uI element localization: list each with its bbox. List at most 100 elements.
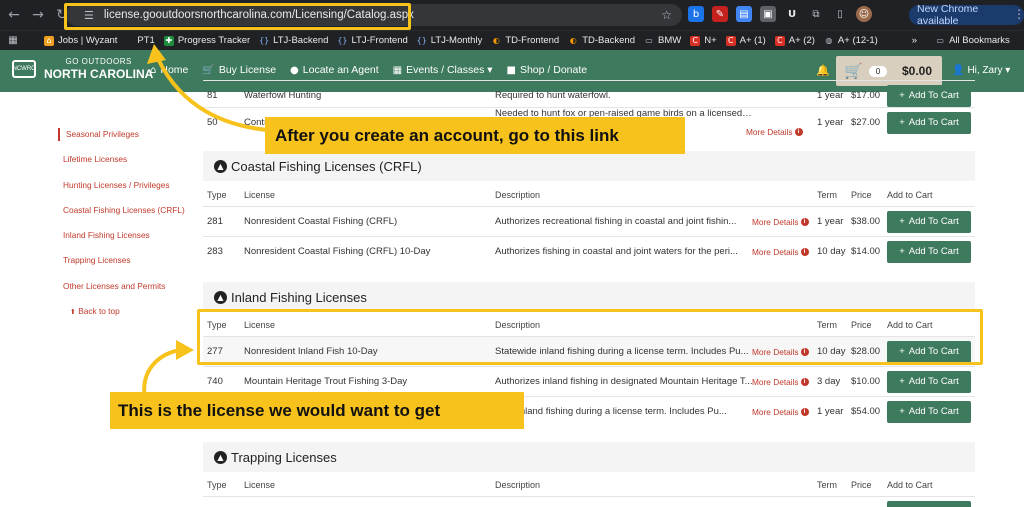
col-add-to-cart: Add to Cart [887, 190, 933, 200]
license-price: $14.00 [851, 246, 881, 257]
nav-shop-donate[interactable]: ■ Shop / Donate [507, 64, 588, 76]
col-description: Description [495, 480, 541, 490]
sidebar-item-inland[interactable]: Inland Fishing Licenses [56, 229, 196, 242]
user-greeting: Hi, Zary ▾ [967, 65, 1011, 76]
plus-icon: + [899, 376, 905, 387]
braces-icon: {} [416, 36, 427, 45]
house-icon: ⌂ [44, 35, 54, 46]
bookmark-item[interactable]: ◐ TD-Frontend [491, 35, 559, 46]
add-to-cart-button[interactable]: + Add To Cart [887, 210, 971, 233]
nav-buy-license[interactable]: 🛒 Buy License [202, 64, 276, 76]
bookmark-item[interactable]: ▭ BMW [644, 35, 681, 46]
nav-locate-agent[interactable]: ● Locate an Agent [290, 64, 379, 76]
sidebar-item-trapping[interactable]: Trapping Licenses [56, 254, 196, 267]
extension-icon[interactable]: ▤ [736, 6, 752, 22]
site-logo[interactable]: NCWRC GO OUTDOORS NORTH CAROLINA [12, 58, 153, 80]
table-row: 283 Nonresident Coastal Fishing (CRFL) 1… [203, 236, 975, 266]
bookmark-star-icon[interactable]: ☆ [661, 8, 672, 22]
cart-count-badge: 0 [868, 65, 888, 77]
info-icon: i [794, 128, 803, 136]
info-icon: i [800, 217, 809, 226]
nav-home[interactable]: ⌂ Home [150, 64, 188, 76]
add-to-cart-button[interactable]: + Add To Cart [887, 111, 971, 134]
bookmark-item[interactable]: ⌂ Jobs | Wyzant [44, 35, 117, 46]
section-header-trapping[interactable]: ▲ Trapping Licenses [203, 442, 975, 472]
license-type: 283 [207, 246, 223, 257]
license-term: 1 year [817, 406, 844, 417]
col-type: Type [207, 480, 227, 490]
extension-icon[interactable]: U [784, 6, 800, 22]
pin-icon: ● [290, 64, 299, 76]
add-to-cart-button[interactable]: + Add To Cart [887, 84, 971, 107]
section-title: Inland Fishing Licenses [231, 289, 367, 305]
profile-avatar[interactable]: ☺ [856, 6, 872, 22]
braces-icon: {} [337, 36, 348, 45]
puzzle-icon[interactable]: ⧉ [808, 6, 824, 22]
user-menu[interactable]: 👤 Hi, Zary ▾ [952, 65, 1010, 76]
menu-icon[interactable]: ⋮ [1013, 7, 1024, 21]
plus-icon: + [899, 406, 905, 417]
license-description: wide Inland fishing during a license ter… [495, 406, 727, 417]
c-badge-icon: C [690, 35, 701, 46]
shopping-cart-icon: 🛒 [844, 62, 863, 80]
more-details-link[interactable]: More Details i [752, 247, 809, 257]
back-to-top-link[interactable]: ⬆ Back to top [56, 305, 196, 318]
extension-icon[interactable]: b [688, 6, 704, 22]
cart-total: $0.00 [901, 64, 932, 78]
update-chrome-button[interactable]: New Chrome available [909, 3, 1024, 27]
bookmark-item[interactable]: PT1 [137, 35, 154, 46]
bookmark-item[interactable]: ◐ TD-Backend [568, 35, 635, 46]
col-price: Price [851, 190, 872, 200]
add-to-cart-button[interactable] [887, 501, 971, 507]
add-to-cart-button[interactable]: + Add To Cart [887, 400, 971, 423]
sidebar-item-seasonal[interactable]: Seasonal Privileges [58, 128, 196, 142]
nav-events-classes[interactable]: ▦ Events / Classes ▾ [393, 64, 493, 76]
section-header-coastal[interactable]: ▲ Coastal Fishing Licenses (CRFL) [203, 151, 975, 181]
add-to-cart-button[interactable]: + Add To Cart [887, 370, 971, 393]
license-type: 81 [207, 90, 218, 101]
c-logo-icon: ◐ [569, 36, 577, 45]
more-details-link[interactable]: More Details i [752, 377, 809, 387]
forward-arrow-icon[interactable]: → [26, 7, 50, 23]
section-header-inland[interactable]: ▲ Inland Fishing Licenses [203, 282, 975, 312]
bookmark-item[interactable]: C A+ (2) [774, 35, 815, 46]
apps-icon[interactable]: ▦ [8, 35, 18, 46]
more-details-link[interactable]: More Details i [752, 217, 809, 227]
license-description: Authorizes inland fishing in designated … [495, 376, 753, 387]
all-bookmarks-button[interactable]: ▭ All Bookmarks [935, 35, 1010, 46]
more-details-link[interactable]: More Details i [746, 127, 803, 137]
sidebar-item-coastal[interactable]: Coastal Fishing Licenses (CRFL) [56, 204, 196, 217]
sheets-icon: ✚ [163, 35, 174, 46]
bookmark-item[interactable]: ✚ Progress Tracker [163, 35, 250, 46]
license-type: 50 [207, 117, 218, 128]
license-price: $38.00 [851, 216, 881, 227]
bookmark-item[interactable]: C N+ [690, 35, 717, 46]
col-description: Description [495, 190, 541, 200]
bookmark-item[interactable]: {} LTJ-Backend [259, 35, 328, 46]
license-term: 10 day [817, 246, 846, 257]
chevron-up-icon: ▲ [214, 450, 227, 464]
arrow-to-row-head [176, 340, 194, 360]
sidebar-item-hunting[interactable]: Hunting Licenses / Privileges [56, 179, 196, 192]
bookmark-item[interactable]: {} LTJ-Monthly [417, 35, 483, 46]
sidepanel-icon[interactable]: ▯ [832, 6, 848, 22]
bookmark-item[interactable]: ◍ A+ (12-1) [824, 35, 877, 46]
back-arrow-icon[interactable]: ← [2, 7, 26, 23]
sidebar-item-lifetime[interactable]: Lifetime Licenses [56, 153, 196, 166]
bell-icon[interactable]: 🔔 [816, 64, 830, 77]
license-description: Required to hunt waterfowl. [495, 90, 611, 101]
sidebar-item-other[interactable]: Other Licenses and Permits [56, 280, 196, 293]
more-bookmarks-button[interactable]: » [912, 35, 917, 46]
add-to-cart-button[interactable]: + Add To Cart [887, 240, 971, 263]
bookmark-item[interactable]: {} LTJ-Frontend [337, 35, 407, 46]
extension-icon[interactable]: ▣ [760, 6, 776, 22]
table-row [203, 496, 975, 507]
bookmark-item[interactable]: C A+ (1) [725, 35, 766, 46]
more-details-link[interactable]: More Details i [752, 407, 809, 417]
license-term: 3 day [817, 376, 841, 387]
license-price: $54.00 [851, 406, 881, 417]
braces-icon: {} [259, 36, 270, 45]
extension-icon[interactable]: ✎ [712, 6, 728, 22]
info-icon: i [800, 247, 809, 256]
col-term: Term [817, 480, 837, 490]
